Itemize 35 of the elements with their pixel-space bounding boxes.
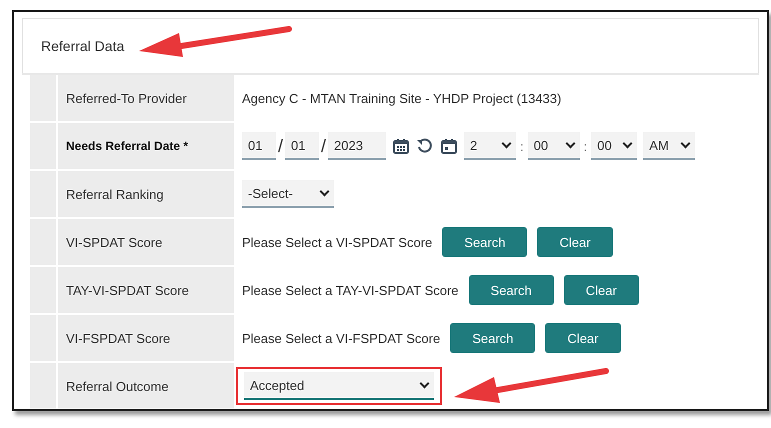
reset-icon[interactable]	[416, 137, 434, 155]
field-label: VI-SPDAT Score	[58, 219, 234, 265]
hour-select[interactable]: 2	[464, 132, 516, 160]
field-label: VI-FSPDAT Score	[58, 315, 234, 361]
year-field[interactable]: 2023	[328, 132, 386, 160]
clear-button[interactable]: Clear	[564, 275, 639, 305]
calendar-icon[interactable]	[440, 137, 458, 155]
field-value: Please Select a VI-SPDAT Score	[242, 234, 432, 250]
field-label: Referred-To Provider	[58, 75, 234, 121]
month-field[interactable]: 01	[242, 132, 276, 160]
field-value: Please Select a TAY-VI-SPDAT Score	[242, 282, 459, 298]
search-button[interactable]: Search	[450, 323, 536, 353]
field-value: Agency C - MTAN Training Site - YHDP Project (13433)	[242, 90, 562, 106]
field-label: Needs Referral Date *	[58, 123, 234, 169]
dropdown[interactable]: -Select-	[242, 180, 334, 208]
day-field[interactable]: 01	[285, 132, 320, 160]
ampm-select[interactable]: AM	[643, 132, 696, 160]
clear-button[interactable]: Clear	[537, 227, 613, 257]
date-separator: /	[278, 136, 284, 156]
field-label: Referral Ranking	[58, 171, 234, 217]
search-button[interactable]: Search	[468, 275, 554, 305]
minute-select[interactable]: 00	[528, 132, 580, 160]
calendar-icon[interactable]	[392, 137, 410, 155]
clear-button[interactable]: Clear	[545, 323, 620, 353]
row-gutter	[30, 363, 56, 409]
field-value: Please Select a VI-FSPDAT Score	[242, 330, 440, 346]
time-separator: :	[584, 138, 588, 154]
time-separator: :	[520, 138, 524, 154]
search-button[interactable]: Search	[442, 227, 528, 257]
field-label: Referral Outcome	[58, 363, 234, 409]
dropdown[interactable]: Accepted	[244, 372, 434, 400]
date-separator: /	[321, 136, 326, 156]
second-select[interactable]: 00	[591, 132, 638, 160]
field-label: TAY-VI-SPDAT Score	[58, 267, 234, 313]
section-title: Referral Data	[41, 38, 124, 54]
